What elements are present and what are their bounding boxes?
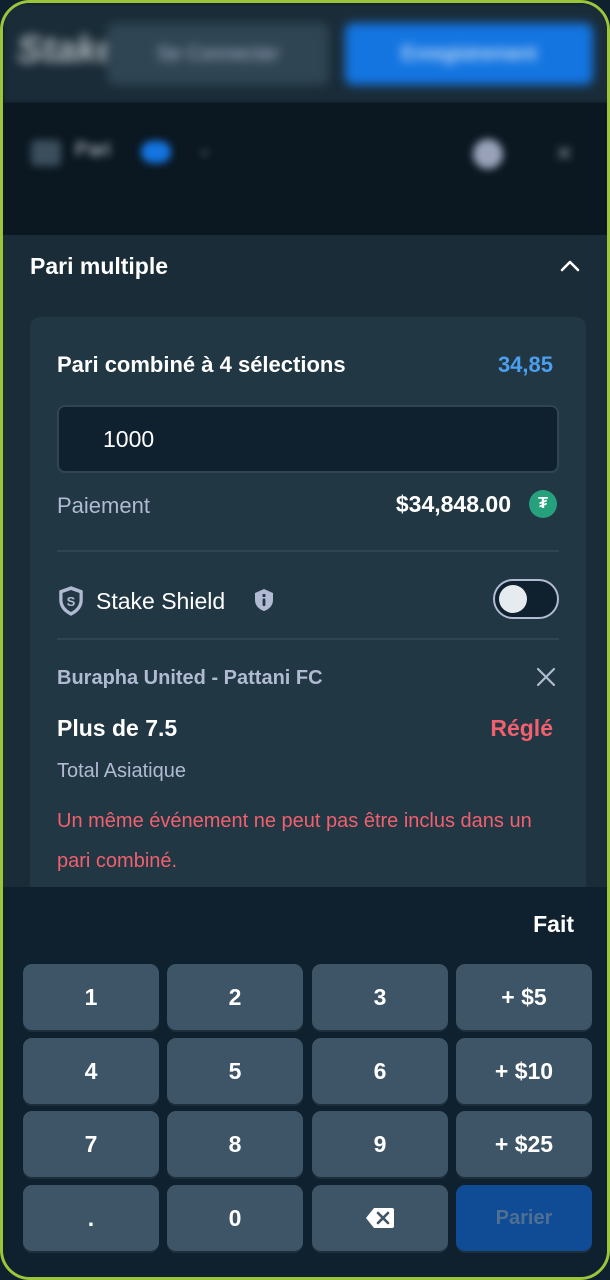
key-0[interactable]: 0 [167,1185,303,1251]
chevron-down-icon[interactable]: ⌄ [197,139,212,160]
tether-icon: ₮ [529,490,557,518]
total-odds: 34,85 [497,352,553,377]
key-2[interactable]: 2 [167,964,303,1030]
key-8[interactable]: 8 [167,1111,303,1177]
payout-label: Paiement [57,493,150,518]
stake-logo[interactable]: Stake [17,29,118,72]
place-bet-button[interactable]: Parier [456,1185,592,1251]
section-title: Pari multiple [30,253,169,279]
close-icon[interactable] [535,666,557,688]
payout-value: $34,848.00 [395,491,511,517]
info-icon[interactable] [252,588,276,612]
key-decimal[interactable]: . [23,1185,159,1251]
subheader-label[interactable]: Pari [75,139,111,162]
stake-input[interactable]: 1000 [57,405,559,473]
svg-text:S: S [67,594,76,609]
done-button[interactable]: Fait [533,911,574,938]
app-frame: Stake Se Connecter Enregistrement Pari ⌄… [0,0,610,1280]
subheader-row [3,103,607,235]
key-6[interactable]: 6 [312,1038,448,1104]
chevron-up-icon[interactable] [556,252,584,280]
match-name: Burapha United - Pattani FC [57,667,323,689]
gear-icon[interactable] [473,139,503,169]
backspace-icon [366,1208,394,1228]
key-4[interactable]: 4 [23,1038,159,1104]
key-9[interactable]: 9 [312,1111,448,1177]
shield-icon: S [59,586,83,616]
add-5-button[interactable]: + $5 [456,964,592,1030]
register-button[interactable]: Enregistrement [345,23,593,85]
divider [57,550,559,552]
betslip-icon [31,140,61,166]
toggle-knob [499,585,527,613]
selection-outcome: Plus de 7.5 [57,715,178,741]
key-5[interactable]: 5 [167,1038,303,1104]
error-message: Un même événement ne peut pas être inclu… [57,810,532,872]
backspace-button[interactable] [312,1185,448,1251]
key-3[interactable]: 3 [312,964,448,1030]
divider [57,638,559,640]
status-badge: Réglé [490,715,553,741]
key-1[interactable]: 1 [23,964,159,1030]
stake-shield-toggle[interactable] [493,579,559,619]
add-25-button[interactable]: + $25 [456,1111,592,1177]
add-10-button[interactable]: + $10 [456,1038,592,1104]
blurred-header: Stake Se Connecter Enregistrement Pari ⌄… [3,3,607,235]
login-button[interactable]: Se Connecter [107,23,329,85]
combo-title: Pari combiné à 4 sélections [57,352,346,377]
close-icon[interactable]: ✕ [555,141,573,167]
key-7[interactable]: 7 [23,1111,159,1177]
market-name: Total Asiatique [57,760,186,782]
bet-count-badge [141,141,171,163]
stake-shield-label: Stake Shield [96,588,226,614]
